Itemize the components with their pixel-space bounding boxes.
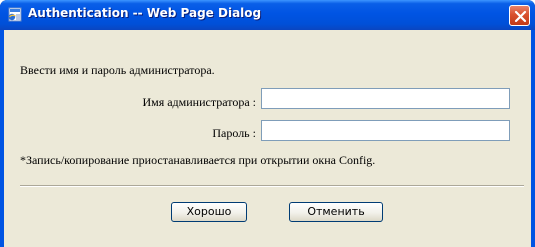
title-bar[interactable]: Authentication -- Web Page Dialog [0,0,535,30]
password-label: Пароль : [212,126,256,140]
admin-name-label: Имя администратора : [142,95,256,109]
password-input[interactable] [261,120,510,141]
ok-button[interactable]: Хорошо [171,202,247,222]
instruction-text: Ввести имя и пароль администратора. [20,63,215,77]
window-title: Authentication -- Web Page Dialog [28,6,262,20]
config-note: *Запись/копирование приостанавливается п… [20,153,376,167]
admin-name-input[interactable] [261,88,510,109]
close-button[interactable] [509,5,530,26]
window-border-right [531,30,535,247]
divider [20,185,524,187]
dialog-window: Authentication -- Web Page Dialog Ввести… [0,0,535,247]
cancel-button[interactable]: Отменить [289,202,383,222]
close-icon [514,10,527,23]
dialog-body: Ввести имя и пароль администратора. Имя … [4,30,531,247]
ie-page-icon [7,7,23,22]
